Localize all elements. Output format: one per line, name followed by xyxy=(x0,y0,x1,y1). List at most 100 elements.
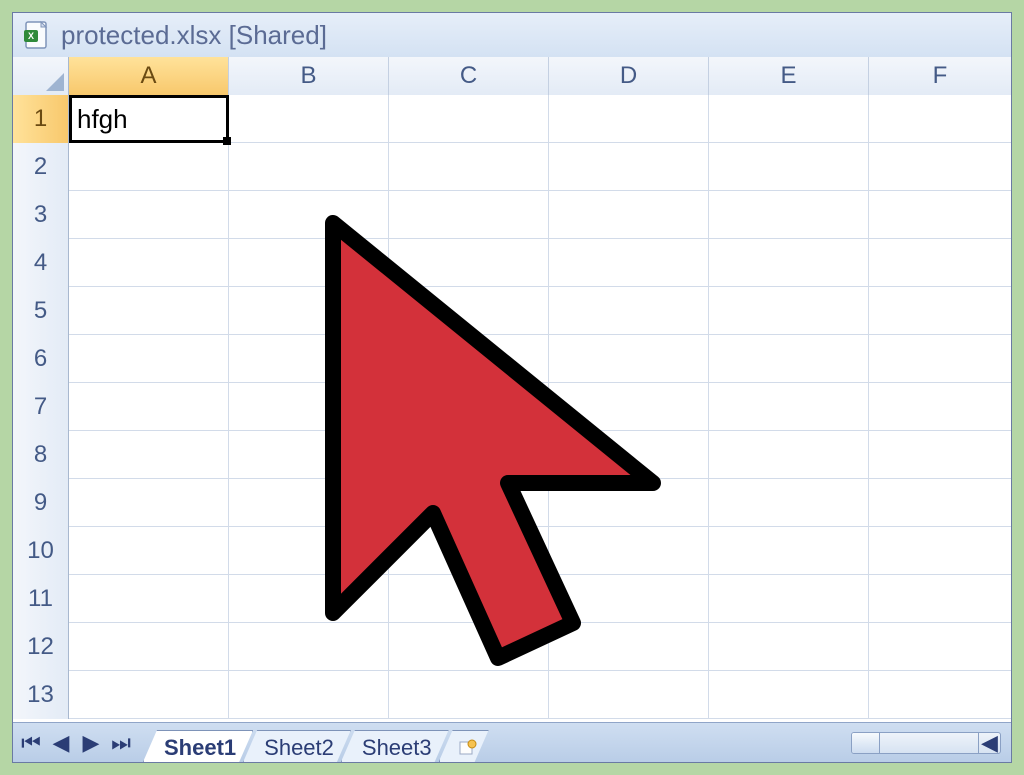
cell-F12[interactable] xyxy=(869,623,1011,671)
scroll-left-arrow-icon[interactable]: ◀ xyxy=(978,733,1000,753)
cell-E7[interactable] xyxy=(709,383,869,431)
cell-F11[interactable] xyxy=(869,575,1011,623)
cell-E13[interactable] xyxy=(709,671,869,719)
cell-E1[interactable] xyxy=(709,95,869,143)
cell-C11[interactable] xyxy=(389,575,549,623)
cell-D9[interactable] xyxy=(549,479,709,527)
cell-C7[interactable] xyxy=(389,383,549,431)
cell-A8[interactable] xyxy=(69,431,229,479)
cell-A2[interactable] xyxy=(69,143,229,191)
row-header-13[interactable]: 13 xyxy=(13,671,69,719)
cell-F1[interactable] xyxy=(869,95,1011,143)
row-header-5[interactable]: 5 xyxy=(13,287,69,335)
row-header-10[interactable]: 10 xyxy=(13,527,69,575)
cell-B8[interactable] xyxy=(229,431,389,479)
cell-B5[interactable] xyxy=(229,287,389,335)
cell-E11[interactable] xyxy=(709,575,869,623)
cell-B7[interactable] xyxy=(229,383,389,431)
cell-B9[interactable] xyxy=(229,479,389,527)
row-header-7[interactable]: 7 xyxy=(13,383,69,431)
cell-E5[interactable] xyxy=(709,287,869,335)
cell-E4[interactable] xyxy=(709,239,869,287)
worksheet-grid[interactable]: A B C D E F 1 hfgh 2 xyxy=(13,57,1011,722)
cell-B1[interactable] xyxy=(229,95,389,143)
cell-C5[interactable] xyxy=(389,287,549,335)
cell-D5[interactable] xyxy=(549,287,709,335)
cell-E3[interactable] xyxy=(709,191,869,239)
cell-D7[interactable] xyxy=(549,383,709,431)
cell-B12[interactable] xyxy=(229,623,389,671)
tab-sheet1[interactable]: Sheet1 xyxy=(143,730,253,762)
column-header-E[interactable]: E xyxy=(709,57,869,95)
cell-F4[interactable] xyxy=(869,239,1011,287)
cell-C6[interactable] xyxy=(389,335,549,383)
cell-C8[interactable] xyxy=(389,431,549,479)
cell-D3[interactable] xyxy=(549,191,709,239)
cell-B2[interactable] xyxy=(229,143,389,191)
cell-F7[interactable] xyxy=(869,383,1011,431)
cell-D2[interactable] xyxy=(549,143,709,191)
cell-F5[interactable] xyxy=(869,287,1011,335)
cell-D11[interactable] xyxy=(549,575,709,623)
row-header-4[interactable]: 4 xyxy=(13,239,69,287)
row-header-2[interactable]: 2 xyxy=(13,143,69,191)
cell-C10[interactable] xyxy=(389,527,549,575)
column-header-B[interactable]: B xyxy=(229,57,389,95)
cell-B10[interactable] xyxy=(229,527,389,575)
cell-B3[interactable] xyxy=(229,191,389,239)
row-header-1[interactable]: 1 xyxy=(13,95,69,143)
column-header-D[interactable]: D xyxy=(549,57,709,95)
cell-A5[interactable] xyxy=(69,287,229,335)
cell-A1[interactable]: hfgh xyxy=(69,95,229,143)
cell-C12[interactable] xyxy=(389,623,549,671)
horizontal-scrollbar[interactable]: ◀ xyxy=(851,732,1001,754)
row-header-3[interactable]: 3 xyxy=(13,191,69,239)
nav-next-icon[interactable]: ▶ xyxy=(79,731,103,755)
row-header-8[interactable]: 8 xyxy=(13,431,69,479)
cell-F10[interactable] xyxy=(869,527,1011,575)
tab-sheet3[interactable]: Sheet3 xyxy=(341,730,449,762)
cell-F9[interactable] xyxy=(869,479,1011,527)
cell-C3[interactable] xyxy=(389,191,549,239)
cell-D13[interactable] xyxy=(549,671,709,719)
cell-A4[interactable] xyxy=(69,239,229,287)
cell-C13[interactable] xyxy=(389,671,549,719)
row-header-12[interactable]: 12 xyxy=(13,623,69,671)
cell-B6[interactable] xyxy=(229,335,389,383)
cell-D6[interactable] xyxy=(549,335,709,383)
cell-C4[interactable] xyxy=(389,239,549,287)
row-header-6[interactable]: 6 xyxy=(13,335,69,383)
cell-D8[interactable] xyxy=(549,431,709,479)
nav-first-icon[interactable]: ⏮ xyxy=(19,731,43,755)
cell-E6[interactable] xyxy=(709,335,869,383)
row-header-11[interactable]: 11 xyxy=(13,575,69,623)
cell-F13[interactable] xyxy=(869,671,1011,719)
cell-A7[interactable] xyxy=(69,383,229,431)
row-header-9[interactable]: 9 xyxy=(13,479,69,527)
column-header-C[interactable]: C xyxy=(389,57,549,95)
cell-C2[interactable] xyxy=(389,143,549,191)
cell-E10[interactable] xyxy=(709,527,869,575)
cell-A6[interactable] xyxy=(69,335,229,383)
cell-E2[interactable] xyxy=(709,143,869,191)
cell-E8[interactable] xyxy=(709,431,869,479)
cell-F8[interactable] xyxy=(869,431,1011,479)
column-header-A[interactable]: A xyxy=(69,57,229,95)
cell-F3[interactable] xyxy=(869,191,1011,239)
cell-F2[interactable] xyxy=(869,143,1011,191)
cell-A12[interactable] xyxy=(69,623,229,671)
cell-B13[interactable] xyxy=(229,671,389,719)
cell-E9[interactable] xyxy=(709,479,869,527)
cell-B4[interactable] xyxy=(229,239,389,287)
nav-prev-icon[interactable]: ◀ xyxy=(49,731,73,755)
cell-F6[interactable] xyxy=(869,335,1011,383)
cell-A10[interactable] xyxy=(69,527,229,575)
cell-D4[interactable] xyxy=(549,239,709,287)
cell-A3[interactable] xyxy=(69,191,229,239)
scrollbar-thumb[interactable] xyxy=(852,733,880,753)
cell-A11[interactable] xyxy=(69,575,229,623)
tab-sheet2[interactable]: Sheet2 xyxy=(243,730,351,762)
nav-last-icon[interactable]: ⏭ xyxy=(109,731,133,755)
cell-D10[interactable] xyxy=(549,527,709,575)
cell-A13[interactable] xyxy=(69,671,229,719)
